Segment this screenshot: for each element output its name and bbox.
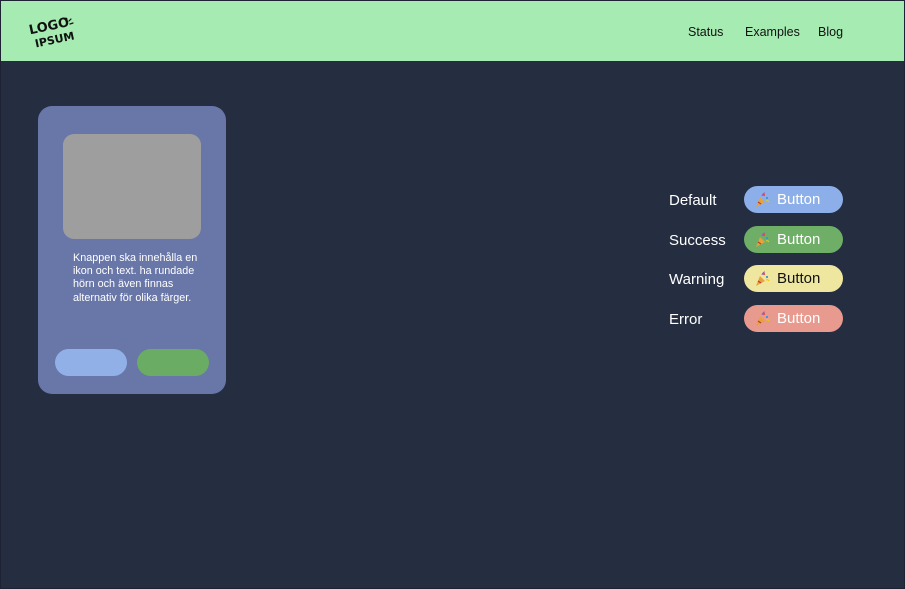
description-card: Knappen ska innehålla en ikon och text. …	[38, 106, 226, 394]
card-button-green[interactable]	[137, 349, 209, 376]
success-button[interactable]: Button	[744, 226, 843, 253]
variant-label-warning: Warning	[669, 271, 725, 288]
default-button-label: Button	[777, 191, 821, 208]
default-button[interactable]: Button	[744, 186, 843, 213]
success-button-label: Button	[777, 231, 821, 248]
nav-examples[interactable]: Examples	[745, 25, 800, 39]
logo[interactable]: LOGO IPSUM	[27, 15, 75, 49]
party-popper-icon	[756, 192, 770, 207]
error-button[interactable]: Button	[744, 305, 843, 332]
variant-label-error: Error	[669, 311, 703, 328]
party-popper-icon	[756, 271, 770, 286]
image-placeholder	[63, 134, 201, 239]
party-popper-icon	[756, 311, 770, 326]
card-description: Knappen ska innehålla en ikon och text. …	[73, 252, 198, 304]
card-button-blue[interactable]	[55, 349, 127, 376]
top-header: LOGO IPSUM Status Examples Blog	[1, 1, 904, 61]
logo-icon: LOGO IPSUM	[28, 15, 75, 49]
error-button-label: Button	[777, 310, 821, 327]
warning-button-label: Button	[777, 270, 821, 287]
nav-status[interactable]: Status	[688, 25, 723, 39]
variant-label-success: Success	[669, 232, 726, 249]
warning-button[interactable]: Button	[744, 265, 843, 292]
variant-label-default: Default	[669, 192, 717, 209]
party-popper-icon	[756, 232, 770, 247]
nav-blog[interactable]: Blog	[818, 25, 843, 39]
